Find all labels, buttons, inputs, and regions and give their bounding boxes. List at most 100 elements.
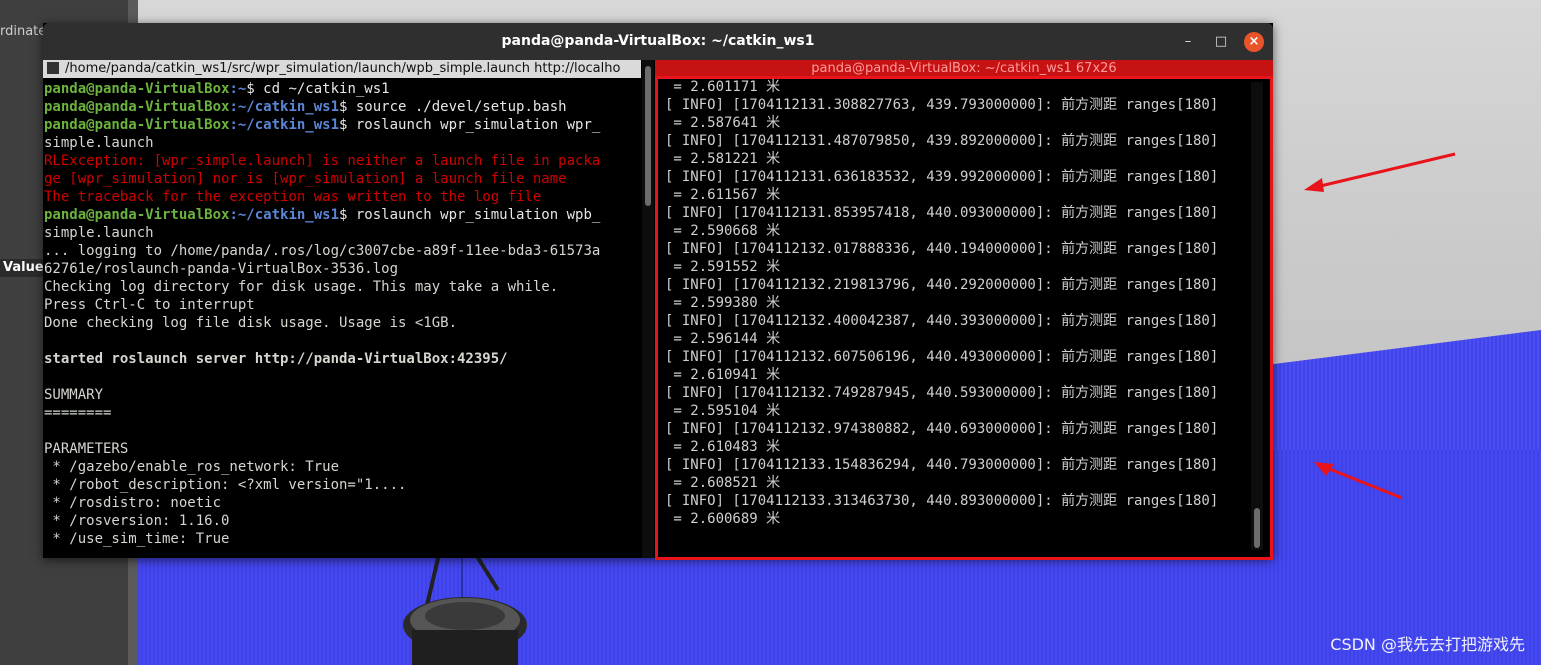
terminal-line: Press Ctrl-C to interrupt <box>44 296 600 314</box>
close-button[interactable]: × <box>1244 32 1264 52</box>
scrollbar-thumb-right[interactable] <box>1254 508 1260 548</box>
output-text: * /rosversion: 1.16.0 <box>44 513 230 529</box>
terminal-line: * /use_sim_time: True <box>44 530 600 548</box>
log-line: [ INFO] [1704112132.017888336, 440.19400… <box>665 241 1219 257</box>
error-text: RLException: [wpr_simple.launch] is neit… <box>44 153 601 169</box>
log-line: = 2.601171 米 <box>665 79 781 95</box>
command-text: $ roslaunch wpr_simulation wpb_ <box>339 207 601 223</box>
log-line: [ INFO] [1704112133.154836294, 440.79300… <box>665 457 1219 473</box>
terminal-line: ... logging to /home/panda/.ros/log/c300… <box>44 242 600 260</box>
prompt-path: :~/catkin_ws1 <box>229 99 340 115</box>
output-text: * /rosdistro: noetic <box>44 495 222 511</box>
log-line: = 2.591552 米 <box>665 259 781 275</box>
minimize-button[interactable]: – <box>1178 32 1198 52</box>
terminal-line: panda@panda-VirtualBox:~/catkin_ws1$ sou… <box>44 98 600 116</box>
prompt-path: :~/catkin_ws1 <box>229 207 340 223</box>
output-text: * /robot_description: <?xml version="1..… <box>44 477 407 493</box>
maximize-button[interactable]: □ <box>1211 32 1231 52</box>
log-line: [ INFO] [1704112132.607506196, 440.49300… <box>665 349 1219 365</box>
output-text: ======== <box>44 405 112 421</box>
terminal-line: The traceback for the exception was writ… <box>44 188 600 206</box>
output-text: Done checking log file disk usage. Usage… <box>44 315 458 331</box>
prompt-path: :~ <box>229 81 247 97</box>
command-text: $ source ./devel/setup.bash <box>339 99 567 115</box>
log-line: = 2.599380 米 <box>665 295 781 311</box>
terminal-line: simple.launch <box>44 224 600 242</box>
output-text: simple.launch <box>44 225 154 241</box>
log-line: = 2.590668 米 <box>665 223 781 239</box>
terminal-line: ge [wpr_simulation] nor is [wpr_simulati… <box>44 170 600 188</box>
terminal-line: PARAMETERS <box>44 440 600 458</box>
scrollbar-right[interactable] <box>1251 82 1263 550</box>
command-text: $ roslaunch wpr_simulation wpr_ <box>339 117 601 133</box>
terminal-pane-right[interactable]: panda@panda-VirtualBox: ~/catkin_ws1 67x… <box>655 60 1273 560</box>
log-line: [ INFO] [1704112132.219813796, 440.29200… <box>665 277 1219 293</box>
log-line: [ INFO] [1704112133.313463730, 440.89300… <box>665 493 1219 509</box>
log-line: [ INFO] [1704112132.749287945, 440.59300… <box>665 385 1219 401</box>
terminal-line: panda@panda-VirtualBox:~$ cd ~/catkin_ws… <box>44 80 600 98</box>
terminal-pane-left[interactable]: /home/panda/catkin_ws1/src/wpr_simulatio… <box>43 60 641 558</box>
log-line: [ INFO] [1704112131.487079850, 439.89200… <box>665 133 1219 149</box>
red-arrow-lower <box>1314 462 1403 500</box>
prompt-user: panda@panda-VirtualBox <box>44 81 230 97</box>
terminal-window[interactable]: panda@panda-VirtualBox: ~/catkin_ws1 – □… <box>43 23 1273 560</box>
output-text: * /gazebo/enable_ros_network: True <box>44 459 340 475</box>
terminal-line: ======== <box>44 404 600 422</box>
prompt-user: panda@panda-VirtualBox <box>44 117 230 133</box>
scrollbar-thumb-left[interactable] <box>645 66 651 206</box>
value-chip: Value <box>0 259 47 277</box>
output-text: SUMMARY <box>44 387 104 403</box>
log-line: = 2.610483 米 <box>665 439 781 455</box>
terminal-output-right[interactable]: = 2.601171 米 [ INFO] [1704112131.30882776… <box>665 78 1218 528</box>
terminal-line: * /robot_description: <?xml version="1..… <box>44 476 600 494</box>
log-line: [ INFO] [1704112131.636183532, 439.99200… <box>665 169 1219 185</box>
terminal-line: panda@panda-VirtualBox:~/catkin_ws1$ ros… <box>44 116 600 134</box>
output-text: * /use_sim_time: True <box>44 531 230 547</box>
log-line: = 2.610941 米 <box>665 367 781 383</box>
log-line: = 2.595104 米 <box>665 403 781 419</box>
tab-title-left: /home/panda/catkin_ws1/src/wpr_simulatio… <box>65 61 621 76</box>
output-text: Press Ctrl-C to interrupt <box>44 297 255 313</box>
log-line: [ INFO] [1704112132.974380882, 440.69300… <box>665 421 1219 437</box>
prompt-path: :~/catkin_ws1 <box>229 117 340 133</box>
log-line: = 2.600689 米 <box>665 511 781 527</box>
log-line: [ INFO] [1704112131.308827763, 439.79300… <box>665 97 1219 113</box>
terminal-output-left[interactable]: panda@panda-VirtualBox:~$ cd ~/catkin_ws… <box>44 80 600 548</box>
log-line: [ INFO] [1704112131.853957418, 440.09300… <box>665 205 1219 221</box>
output-text: started roslaunch server http://panda-Vi… <box>44 351 508 367</box>
terminal-line: * /rosversion: 1.16.0 <box>44 512 600 530</box>
watermark: CSDN @我先去打把游戏先 <box>1330 635 1525 654</box>
scrollbar-left[interactable] <box>642 60 654 558</box>
terminal-line: * /rosdistro: noetic <box>44 494 600 512</box>
terminal-line: RLException: [wpr_simple.launch] is neit… <box>44 152 600 170</box>
command-text: $ cd ~/catkin_ws1 <box>246 81 390 97</box>
output-text: ... logging to /home/panda/.ros/log/c300… <box>44 243 601 259</box>
log-line: = 2.608521 米 <box>665 475 781 491</box>
output-text: PARAMETERS <box>44 441 129 457</box>
window-title: panda@panda-VirtualBox: ~/catkin_ws1 <box>501 33 815 49</box>
prompt-user: panda@panda-VirtualBox <box>44 207 230 223</box>
red-arrow-upper <box>1304 152 1456 192</box>
tab-bar-left[interactable]: /home/panda/catkin_ws1/src/wpr_simulatio… <box>43 60 641 78</box>
log-line: = 2.611567 米 <box>665 187 781 203</box>
robot-model <box>403 540 527 665</box>
log-line: = 2.596144 米 <box>665 331 781 347</box>
terminal-line: SUMMARY <box>44 386 600 404</box>
output-text: Checking log directory for disk usage. T… <box>44 279 559 295</box>
terminal-line: started roslaunch server http://panda-Vi… <box>44 350 600 368</box>
terminal-line: * /gazebo/enable_ros_network: True <box>44 458 600 476</box>
error-text: The traceback for the exception was writ… <box>44 189 542 205</box>
window-titlebar[interactable]: panda@panda-VirtualBox: ~/catkin_ws1 – □… <box>43 23 1273 60</box>
terminal-line: 62761e/roslaunch-panda-VirtualBox-3536.l… <box>44 260 600 278</box>
error-text: ge [wpr_simulation] nor is [wpr_simulati… <box>44 171 567 187</box>
log-line: = 2.581221 米 <box>665 151 781 167</box>
terminal-line: simple.launch <box>44 134 600 152</box>
terminal-line: panda@panda-VirtualBox:~/catkin_ws1$ ros… <box>44 206 600 224</box>
output-text: simple.launch <box>44 135 154 151</box>
prompt-user: panda@panda-VirtualBox <box>44 99 230 115</box>
terminal-line: Checking log directory for disk usage. T… <box>44 278 600 296</box>
coordinate-label: rdinate <box>0 24 47 39</box>
